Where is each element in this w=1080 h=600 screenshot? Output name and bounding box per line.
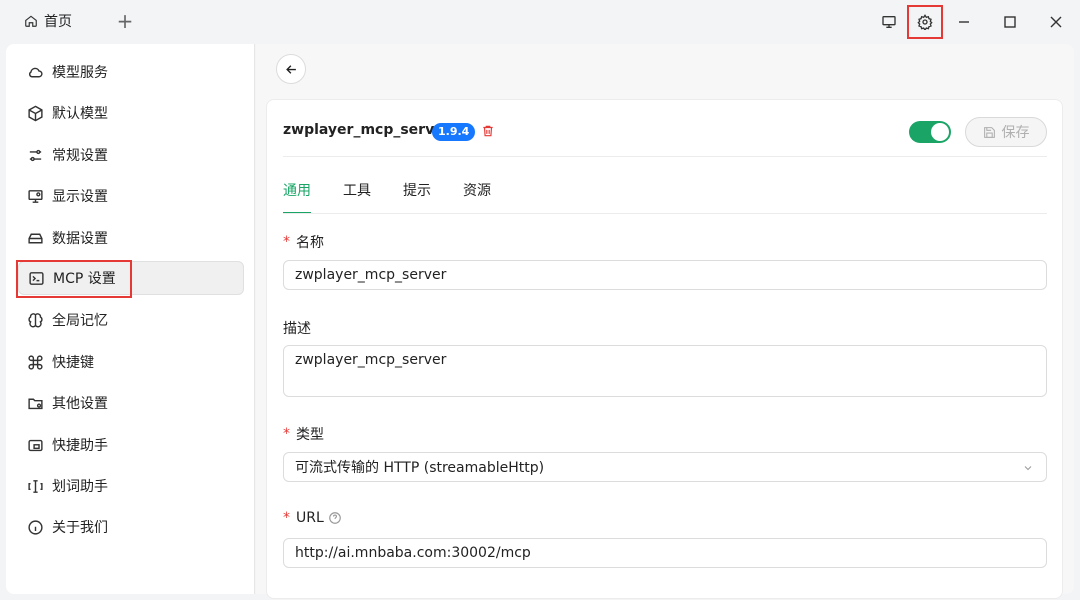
url-input[interactable]: http://ai.mnbaba.com:30002/mcp — [283, 538, 1047, 568]
text-cursor-icon — [26, 477, 44, 495]
server-card: zwplayer_mcp_server 1.9.4 保存 通用 工具 提示 资源… — [266, 99, 1063, 599]
sidebar-item-label: 其他设置 — [52, 396, 108, 412]
type-select-value: 可流式传输的 HTTP (streamableHttp) — [295, 460, 545, 476]
add-tab-button[interactable]: + — [116, 11, 134, 33]
sidebar-item-shortcuts[interactable]: 快捷键 — [18, 345, 244, 379]
tab-home[interactable]: 首页 — [24, 11, 72, 31]
url-label-text: URL — [296, 510, 324, 526]
version-badge: 1.9.4 — [432, 123, 476, 141]
divider — [283, 213, 1047, 214]
help-icon[interactable] — [328, 511, 342, 525]
tab-resources[interactable]: 资源 — [463, 180, 491, 214]
brain-icon — [26, 311, 44, 329]
save-button[interactable]: 保存 — [965, 117, 1047, 147]
maximize-icon — [1004, 16, 1016, 28]
title-bar: 首页 + — [0, 0, 1080, 44]
type-label: * 类型 — [283, 424, 324, 444]
sidebar-item-model-service[interactable]: 模型服务 — [18, 55, 244, 89]
description-label-text: 描述 — [283, 321, 311, 337]
sidebar-item-label: 关于我们 — [52, 520, 108, 536]
trash-icon[interactable] — [481, 123, 495, 139]
sidebar-item-label: 模型服务 — [52, 65, 108, 81]
sidebar-item-label: 全局记忆 — [52, 313, 108, 329]
sidebar-item-general-settings[interactable]: 常规设置 — [18, 138, 244, 172]
tab-home-label: 首页 — [44, 14, 72, 30]
sidebar-item-mcp-settings[interactable]: MCP 设置 — [18, 261, 244, 295]
folder-cog-icon — [26, 394, 44, 412]
chevron-down-icon — [1024, 466, 1032, 471]
save-icon — [983, 126, 995, 138]
sidebar-item-label: 显示设置 — [52, 189, 108, 205]
minimize-icon — [959, 21, 969, 23]
tab-prompts[interactable]: 提示 — [403, 180, 431, 214]
sidebar-item-display-settings[interactable]: 显示设置 — [18, 179, 244, 213]
back-button[interactable] — [276, 54, 306, 84]
monitor-icon — [882, 15, 896, 28]
server-tabs: 通用 工具 提示 资源 — [283, 180, 491, 214]
description-textarea[interactable]: zwplayer_mcp_server — [283, 345, 1047, 397]
description-label: 描述 — [283, 318, 311, 338]
settings-sidebar: 模型服务 默认模型 常规设置 显示设置 数据设置 MCP 设置 全局记忆 快捷键… — [6, 44, 255, 594]
tab-general[interactable]: 通用 — [283, 180, 311, 214]
sidebar-item-label: 默认模型 — [52, 106, 108, 122]
sidebar-item-other-settings[interactable]: 其他设置 — [18, 386, 244, 420]
close-button[interactable] — [1040, 6, 1072, 38]
type-label-text: 类型 — [296, 427, 324, 443]
sidebar-item-label: 常规设置 — [52, 148, 108, 164]
toggle-knob — [931, 123, 949, 141]
info-icon — [26, 518, 44, 536]
command-icon — [26, 353, 44, 371]
save-label: 保存 — [1001, 125, 1030, 141]
required-mark: * — [283, 510, 290, 526]
server-name: zwplayer_mcp_server — [283, 122, 451, 138]
name-label-text: 名称 — [296, 235, 324, 251]
cube-icon — [26, 104, 44, 122]
cloud-icon — [26, 63, 44, 81]
sidebar-item-selection-assistant[interactable]: 划词助手 — [18, 469, 244, 503]
tab-tools[interactable]: 工具 — [343, 180, 371, 214]
main-panel: zwplayer_mcp_server 1.9.4 保存 通用 工具 提示 资源… — [256, 44, 1074, 599]
required-mark: * — [283, 426, 290, 442]
app-window-icon — [26, 436, 44, 454]
sidebar-item-label: 快捷助手 — [52, 438, 108, 454]
maximize-button[interactable] — [994, 6, 1026, 38]
display-button[interactable] — [873, 6, 905, 38]
required-mark: * — [283, 234, 290, 250]
sidebar-item-default-model[interactable]: 默认模型 — [18, 96, 244, 130]
url-label: * URL — [283, 510, 342, 526]
arrow-left-icon — [285, 64, 296, 74]
gear-icon — [917, 14, 933, 30]
sidebar-item-label: 快捷键 — [52, 355, 94, 371]
sliders-icon — [26, 146, 44, 164]
divider — [283, 156, 1047, 157]
hard-drive-icon — [26, 229, 44, 247]
name-input[interactable]: zwplayer_mcp_server — [283, 260, 1047, 290]
home-icon — [25, 15, 37, 27]
name-label: * 名称 — [283, 232, 324, 252]
monitor-settings-icon — [26, 187, 44, 205]
type-select[interactable]: 可流式传输的 HTTP (streamableHttp) — [283, 452, 1047, 482]
sidebar-item-label: 划词助手 — [52, 479, 108, 495]
server-enabled-toggle[interactable] — [909, 121, 951, 143]
description-value: zwplayer_mcp_server — [295, 352, 447, 368]
url-input-value: http://ai.mnbaba.com:30002/mcp — [295, 545, 531, 561]
sidebar-item-label: 数据设置 — [52, 231, 108, 247]
sidebar-item-data-settings[interactable]: 数据设置 — [18, 221, 244, 255]
sidebar-item-quick-assistant[interactable]: 快捷助手 — [18, 428, 244, 462]
sidebar-item-about[interactable]: 关于我们 — [18, 510, 244, 544]
sidebar-item-global-memory[interactable]: 全局记忆 — [18, 303, 244, 337]
close-icon — [1050, 16, 1062, 28]
sidebar-item-label: MCP 设置 — [53, 271, 116, 287]
name-input-value: zwplayer_mcp_server — [295, 267, 447, 283]
terminal-icon — [27, 269, 45, 287]
settings-button[interactable] — [907, 5, 943, 39]
minimize-button[interactable] — [948, 6, 980, 38]
